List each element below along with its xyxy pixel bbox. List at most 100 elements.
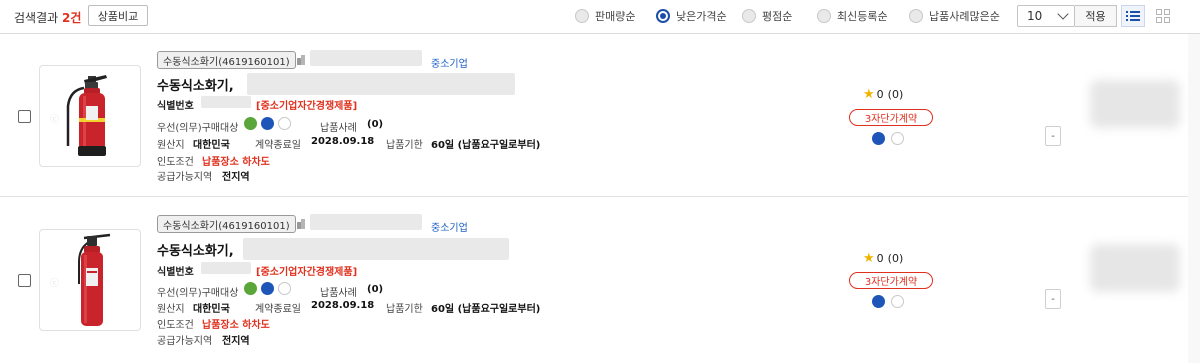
certification-mark-icon bbox=[261, 117, 274, 130]
origin-label: 원산지 bbox=[157, 140, 185, 151]
search-toolbar: 검색결과 2건 상품비교 판매량순 낮은가격순 평점순 최신등록순 납품사례많은… bbox=[0, 0, 1200, 34]
sort-label: 납품사례많은순 bbox=[929, 10, 1000, 23]
sort-option-newest[interactable]: 최신등록순 bbox=[817, 8, 888, 24]
korea-emblem-icon bbox=[891, 132, 904, 145]
delivery-terms-label: 인도조건 bbox=[157, 320, 194, 331]
apply-button[interactable]: 적용 bbox=[1075, 5, 1117, 27]
origin-label: 원산지 bbox=[157, 304, 185, 315]
result-label: 검색결과 bbox=[14, 11, 59, 25]
rating-value: 0 bbox=[876, 252, 884, 265]
id-number-redacted bbox=[201, 96, 251, 108]
category-tag[interactable]: 수동식소화기(4619160101) bbox=[157, 51, 296, 69]
delivery-terms-value: 납품장소 하차도 bbox=[202, 320, 270, 331]
delivery-period-value: 60일 (납품요구일로부터) bbox=[431, 304, 541, 315]
contract-end-label: 계약종료일 bbox=[255, 140, 301, 151]
certification-mark-icon bbox=[872, 132, 885, 145]
product-row: ⓒ 수동식소화기(4619160101) 중소기업 수동식소화기, 식별번호 [… bbox=[0, 198, 1188, 361]
contract-end-label: 계약종료일 bbox=[255, 304, 301, 315]
side-action-button[interactable]: - bbox=[1045, 289, 1061, 309]
sort-option-delivery-cases[interactable]: 납품사례많은순 bbox=[909, 8, 1000, 24]
radio-icon bbox=[575, 9, 589, 23]
product-spec-redacted bbox=[243, 238, 509, 260]
sort-label: 낮은가격순 bbox=[676, 10, 727, 23]
supply-area-value: 전지역 bbox=[222, 336, 250, 347]
grid-view-icon[interactable] bbox=[1151, 5, 1175, 27]
origin-value: 대한민국 bbox=[193, 140, 230, 151]
priority-purchase-label: 우선(의무)구매대상 bbox=[157, 288, 239, 299]
sort-label: 평점순 bbox=[762, 10, 793, 23]
contract-type-badge: 3자단가계약 bbox=[849, 272, 933, 289]
building-icon bbox=[297, 55, 305, 65]
list-view-icon[interactable] bbox=[1121, 5, 1145, 27]
supply-area-label: 공급가능지역 bbox=[157, 172, 213, 183]
certification-mark-icon bbox=[261, 282, 274, 295]
result-count: 2건 bbox=[62, 11, 82, 25]
compare-products-button[interactable]: 상품비교 bbox=[88, 5, 148, 26]
sort-option-sales[interactable]: 판매량순 bbox=[575, 8, 635, 24]
certification-mark-icon bbox=[872, 295, 885, 308]
business-type: 중소기업 bbox=[431, 59, 468, 70]
product-thumbnail[interactable]: ⓒ bbox=[39, 229, 141, 331]
delivery-cases-label: 납품사례 bbox=[320, 288, 357, 299]
radio-icon bbox=[817, 9, 831, 23]
rating-count: (0) bbox=[887, 252, 904, 265]
watermark-text: ⓒ bbox=[50, 279, 60, 289]
delivery-cases-value: (0) bbox=[367, 119, 384, 130]
product-checkbox[interactable] bbox=[18, 274, 31, 287]
rating-count: (0) bbox=[887, 88, 904, 101]
watermark-text: ⓒ bbox=[50, 115, 60, 125]
sort-option-rating[interactable]: 평점순 bbox=[742, 8, 792, 24]
product-row: ⓒ 수동식소화기(4619160101) 중소기업 수동식소화기, 식별번호 [… bbox=[0, 34, 1188, 197]
supply-area-label: 공급가능지역 bbox=[157, 336, 213, 347]
side-action-button[interactable]: - bbox=[1045, 126, 1061, 146]
korea-emblem-icon bbox=[278, 282, 291, 295]
product-spec-redacted bbox=[247, 73, 515, 95]
product-name[interactable]: 수동식소화기, bbox=[157, 75, 234, 94]
eco-mark-icon bbox=[244, 117, 257, 130]
origin-value: 대한민국 bbox=[193, 304, 230, 315]
delivery-period-value: 60일 (납품요구일로부터) bbox=[431, 140, 541, 151]
page-size-value: 10 bbox=[1027, 9, 1043, 23]
supply-area-value: 전지역 bbox=[222, 172, 250, 183]
rating: ★ 0 (0) bbox=[863, 87, 903, 102]
delivery-period-label: 납품기한 bbox=[386, 140, 423, 151]
sort-option-low-price[interactable]: 낮은가격순 bbox=[656, 8, 727, 24]
competition-tag: [중소기업자간경쟁제품] bbox=[256, 267, 358, 278]
korea-emblem-icon bbox=[278, 117, 291, 130]
eco-mark-icon bbox=[244, 282, 257, 295]
id-number-redacted bbox=[201, 262, 251, 274]
radio-icon bbox=[909, 9, 923, 23]
scrollbar[interactable] bbox=[1188, 34, 1200, 363]
price-area-redacted bbox=[1090, 244, 1180, 292]
result-summary: 검색결과 2건 bbox=[14, 9, 81, 26]
delivery-cases-value: (0) bbox=[367, 284, 384, 295]
priority-purchase-label: 우선(의무)구매대상 bbox=[157, 123, 239, 134]
korea-emblem-icon bbox=[891, 295, 904, 308]
radio-icon bbox=[742, 9, 756, 23]
product-thumbnail[interactable]: ⓒ bbox=[39, 65, 141, 167]
chevron-down-icon bbox=[1057, 8, 1069, 20]
rating-value: 0 bbox=[876, 88, 884, 101]
id-label: 식별번호 bbox=[157, 267, 194, 278]
product-checkbox[interactable] bbox=[18, 110, 31, 123]
category-tag[interactable]: 수동식소화기(4619160101) bbox=[157, 215, 296, 233]
building-icon bbox=[297, 219, 305, 229]
contract-end-value: 2028.09.18 bbox=[311, 136, 375, 147]
id-label: 식별번호 bbox=[157, 101, 194, 112]
contract-end-value: 2028.09.18 bbox=[311, 300, 375, 311]
delivery-terms-label: 인도조건 bbox=[157, 157, 194, 168]
star-icon: ★ bbox=[863, 87, 875, 102]
radio-selected-icon bbox=[656, 9, 670, 23]
rating: ★ 0 (0) bbox=[863, 251, 903, 266]
sort-label: 판매량순 bbox=[595, 10, 636, 23]
company-name-redacted bbox=[310, 214, 422, 230]
delivery-period-label: 납품기한 bbox=[386, 304, 423, 315]
price-area-redacted bbox=[1090, 80, 1180, 128]
competition-tag: [중소기업자간경쟁제품] bbox=[256, 101, 358, 112]
delivery-cases-label: 납품사례 bbox=[320, 123, 357, 134]
product-name[interactable]: 수동식소화기, bbox=[157, 240, 234, 259]
company-name-redacted bbox=[310, 50, 422, 66]
page-size-select[interactable]: 10 bbox=[1017, 5, 1075, 27]
star-icon: ★ bbox=[863, 251, 875, 266]
sort-label: 최신등록순 bbox=[837, 10, 888, 23]
